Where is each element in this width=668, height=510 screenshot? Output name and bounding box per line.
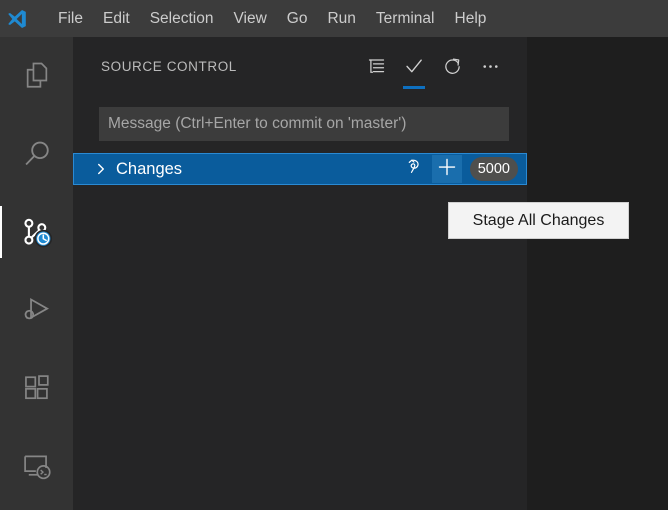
vscode-logo-icon	[0, 0, 34, 37]
focus-underline	[403, 86, 425, 89]
activity-item-search[interactable]	[0, 115, 73, 193]
changes-action-bar: 5000	[400, 154, 526, 184]
focus-underline	[365, 86, 387, 89]
active-indicator	[0, 362, 2, 414]
activity-item-explorer[interactable]	[0, 37, 73, 115]
menu-bar: File Edit Selection View Go Run Terminal…	[48, 0, 496, 37]
sidebar-header: SOURCE CONTROL	[73, 37, 527, 95]
page-title: SOURCE CONTROL	[101, 58, 237, 74]
focus-underline	[441, 86, 463, 89]
view-as-list-button[interactable]	[361, 49, 391, 83]
active-indicator	[0, 284, 2, 336]
plus-icon	[436, 156, 458, 183]
files-icon	[20, 59, 54, 93]
discard-all-changes-button[interactable]	[400, 155, 430, 183]
check-icon	[403, 55, 425, 77]
discard-icon	[405, 157, 424, 181]
refresh-button[interactable]	[437, 49, 467, 83]
changes-group-header[interactable]: Changes 5000	[73, 153, 527, 185]
list-view-icon	[366, 56, 387, 77]
ellipsis-icon	[480, 56, 501, 77]
clock-badge-icon	[34, 229, 52, 248]
menu-item-go[interactable]: Go	[277, 0, 318, 37]
source-control-sidebar: SOURCE CONTROL Message (Ctrl+Enter to co…	[73, 37, 527, 510]
activity-item-source-control[interactable]	[0, 193, 73, 271]
search-icon	[20, 137, 54, 171]
changes-count-badge: 5000	[469, 157, 518, 181]
extensions-icon	[20, 371, 54, 405]
menu-item-help[interactable]: Help	[445, 0, 497, 37]
editor-area	[527, 37, 668, 510]
tooltip: Stage All Changes	[448, 202, 629, 239]
activity-item-remote-explorer[interactable]	[0, 427, 73, 505]
commit-message-input[interactable]	[99, 107, 509, 141]
remote-explorer-icon	[20, 449, 54, 483]
focus-underline	[479, 86, 501, 89]
chevron-right-icon[interactable]	[90, 162, 112, 176]
commit-button[interactable]	[399, 49, 429, 89]
menu-item-file[interactable]: File	[48, 0, 93, 37]
menu-item-run[interactable]: Run	[317, 0, 365, 37]
active-indicator	[0, 128, 2, 180]
stage-all-changes-button[interactable]	[431, 155, 462, 183]
title-bar: File Edit Selection View Go Run Terminal…	[0, 0, 668, 37]
more-actions-button[interactable]	[475, 49, 505, 83]
refresh-icon	[442, 56, 463, 77]
menu-item-terminal[interactable]: Terminal	[366, 0, 445, 37]
menu-item-selection[interactable]: Selection	[140, 0, 224, 37]
active-indicator	[0, 206, 2, 258]
source-control-icon	[19, 214, 55, 250]
activity-bar	[0, 37, 73, 510]
sidebar-action-bar	[361, 37, 505, 95]
active-indicator	[0, 50, 2, 102]
activity-item-run-and-debug[interactable]	[0, 271, 73, 349]
active-indicator	[0, 440, 2, 492]
run-debug-icon	[20, 293, 54, 327]
menu-item-edit[interactable]: Edit	[93, 0, 140, 37]
menu-item-view[interactable]: View	[223, 0, 276, 37]
activity-item-extensions[interactable]	[0, 349, 73, 427]
changes-group-label: Changes	[116, 159, 183, 178]
